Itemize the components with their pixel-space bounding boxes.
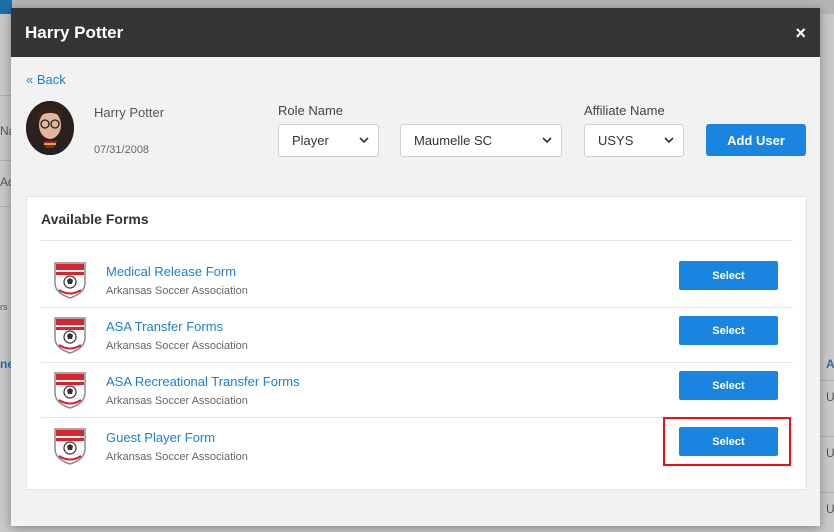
club-select[interactable]: Maumelle SC bbox=[400, 124, 562, 157]
association-logo-icon bbox=[54, 317, 86, 354]
select-form-button[interactable]: Select bbox=[679, 261, 778, 290]
background-text: U bbox=[826, 502, 834, 516]
form-row: Medical Release Form Arkansas Soccer Ass… bbox=[41, 253, 793, 308]
association-logo-icon bbox=[54, 428, 86, 465]
role-select[interactable]: Player bbox=[278, 124, 379, 157]
club-select-value: Maumelle SC bbox=[414, 133, 493, 148]
form-name-link[interactable]: Medical Release Form bbox=[106, 264, 236, 279]
chevron-down-icon bbox=[542, 137, 552, 144]
background-text: rs bbox=[0, 302, 8, 312]
form-organization: Arkansas Soccer Association bbox=[106, 285, 248, 297]
modal-title: Harry Potter bbox=[25, 22, 124, 42]
background-text: U bbox=[826, 446, 834, 460]
select-form-button[interactable]: Select bbox=[679, 316, 778, 345]
back-link[interactable]: « Back bbox=[26, 72, 66, 87]
form-name-link[interactable]: Guest Player Form bbox=[106, 430, 215, 445]
form-name-link[interactable]: ASA Recreational Transfer Forms bbox=[106, 374, 300, 389]
association-logo-icon bbox=[54, 372, 86, 409]
role-name-label: Role Name bbox=[278, 103, 344, 118]
background-text: U bbox=[826, 390, 834, 404]
form-row: ASA Transfer Forms Arkansas Soccer Assoc… bbox=[41, 308, 793, 363]
divider bbox=[41, 240, 793, 241]
role-select-value: Player bbox=[292, 133, 329, 148]
avatar bbox=[26, 101, 74, 155]
background-text: A bbox=[826, 357, 834, 371]
select-form-button[interactable]: Select bbox=[679, 371, 778, 400]
chevron-down-icon bbox=[664, 137, 674, 144]
affiliate-name-label: Affiliate Name bbox=[584, 103, 665, 118]
form-organization: Arkansas Soccer Association bbox=[106, 340, 248, 352]
chevron-down-icon bbox=[359, 137, 369, 144]
user-name: Harry Potter bbox=[94, 105, 165, 120]
close-icon[interactable]: × bbox=[795, 24, 806, 42]
user-dob: 07/31/2008 bbox=[94, 144, 150, 156]
form-organization: Arkansas Soccer Association bbox=[106, 395, 248, 407]
affiliate-select[interactable]: USYS bbox=[584, 124, 684, 157]
association-logo-icon bbox=[54, 262, 86, 299]
form-name-link[interactable]: ASA Transfer Forms bbox=[106, 319, 223, 334]
form-organization: Arkansas Soccer Association bbox=[106, 451, 248, 463]
affiliate-select-value: USYS bbox=[598, 133, 634, 148]
modal-header: Harry Potter × bbox=[11, 8, 820, 57]
form-row: ASA Recreational Transfer Forms Arkansas… bbox=[41, 363, 793, 418]
highlight-box bbox=[663, 417, 791, 466]
add-user-button[interactable]: Add User bbox=[706, 124, 806, 156]
available-forms-title: Available Forms bbox=[41, 211, 149, 227]
